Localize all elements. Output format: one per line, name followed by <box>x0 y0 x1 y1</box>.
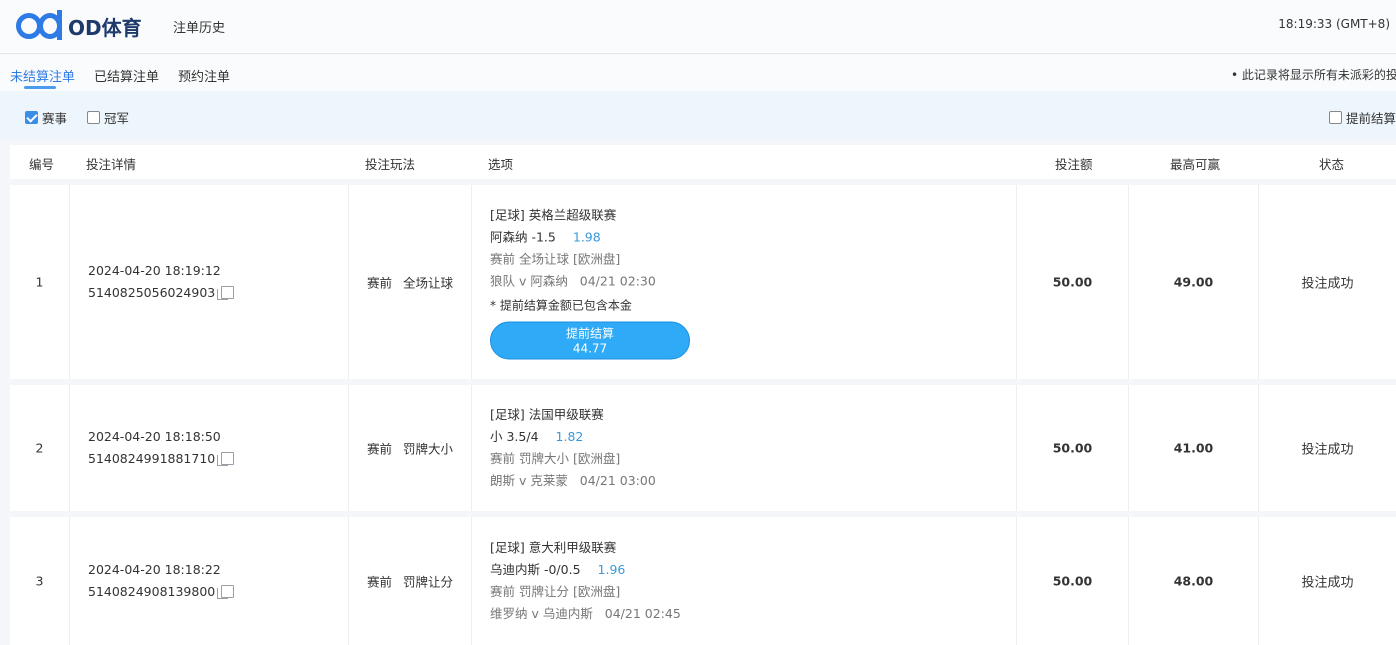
pick: 乌迪内斯 -0/0.5 <box>490 562 581 577</box>
col-option: 选项 <box>488 157 514 172</box>
filter-champion-checkbox[interactable]: 冠军 <box>87 108 129 127</box>
col-amount: 投注额 <box>1055 157 1093 172</box>
bet-status: 投注成功 <box>1301 442 1354 458</box>
bet-id: 5140824991881710 <box>88 451 216 466</box>
early-settle-label: 提前结算 <box>565 326 614 341</box>
market: 赛前 罚牌让分 [欧洲盘] <box>490 584 621 599</box>
copy-icon[interactable] <box>217 452 235 466</box>
play-name: 罚牌大小 <box>403 441 454 457</box>
table-row: 2 2024-04-20 18:18:50 5140824991881710 赛… <box>10 385 1396 511</box>
play-name: 罚牌让分 <box>403 574 454 590</box>
odds: 1.98 <box>572 229 601 245</box>
bet-amount: 50.00 <box>1052 440 1093 456</box>
bet-datetime: 2024-04-20 18:18:22 <box>88 562 221 577</box>
col-maxwin: 最高可赢 <box>1170 157 1221 172</box>
league-name: [足球] 意大利甲级联赛 <box>490 540 617 555</box>
bet-amount: 50.00 <box>1052 274 1093 290</box>
checkbox-unchecked-icon <box>87 111 100 124</box>
pick: 阿森纳 -1.5 <box>490 229 556 245</box>
col-detail: 投注详情 <box>86 157 137 172</box>
col-play: 投注玩法 <box>365 157 416 172</box>
bet-status: 投注成功 <box>1301 276 1354 292</box>
tab-unsettled[interactable]: 未结算注单 <box>10 66 75 85</box>
copy-icon[interactable] <box>217 585 235 599</box>
league-name: [足球] 法国甲级联赛 <box>490 407 604 422</box>
early-settle-button[interactable]: 提前结算 44.77 <box>490 321 690 360</box>
row-num: 3 <box>35 573 44 589</box>
filter-event-label: 赛事 <box>42 111 68 126</box>
bet-id: 5140825056024903 <box>88 285 216 300</box>
match-time: 04/21 03:00 <box>579 473 656 488</box>
row-num: 1 <box>35 274 44 290</box>
filter-early-settle-label: 提前结算 <box>1345 111 1396 126</box>
play-name: 全场让球 <box>403 275 454 291</box>
match: 维罗纳 v 乌迪内斯 <box>490 606 593 621</box>
nav-bet-history[interactable]: 注单历史 <box>173 17 225 36</box>
filter-early-settle-checkbox[interactable]: 提前结算 <box>1329 108 1396 127</box>
clock: 18:19:33 (GMT+8) <box>1278 17 1390 31</box>
pick: 小 3.5/4 <box>490 429 539 444</box>
match: 狼队 v 阿森纳 <box>490 273 568 289</box>
top-header: OD体育 注单历史 18:19:33 (GMT+8) <box>0 0 1396 54</box>
tab-active-indicator <box>24 86 56 89</box>
table-header: 编号 投注详情 投注玩法 选项 投注额 最高可赢 状态 <box>10 145 1396 179</box>
bet-amount: 50.00 <box>1052 573 1093 589</box>
col-num: 编号 <box>29 157 55 172</box>
market: 赛前 全场让球 [欧洲盘] <box>490 251 621 267</box>
play-type: 赛前 <box>367 275 393 291</box>
early-settle-value: 44.77 <box>572 341 608 356</box>
bet-datetime: 2024-04-20 18:19:12 <box>88 263 221 278</box>
max-win: 49.00 <box>1173 274 1214 290</box>
tab-reserved[interactable]: 预约注单 <box>178 66 230 85</box>
league-name: [足球] 英格兰超级联赛 <box>490 207 617 223</box>
logo-icon <box>16 10 62 40</box>
bet-id: 5140824908139800 <box>88 584 216 599</box>
brand-logo[interactable]: OD体育 <box>16 10 142 41</box>
checkbox-checked-icon <box>25 111 38 124</box>
match: 朗斯 v 克莱蒙 <box>490 473 568 488</box>
table-row: 1 2024-04-20 18:19:12 5140825056024903 赛… <box>10 185 1396 379</box>
filter-bar: 赛事 冠军 提前结算 <box>0 91 1396 139</box>
play-type: 赛前 <box>367 441 393 457</box>
play-type: 赛前 <box>367 574 393 590</box>
row-num: 2 <box>35 440 44 456</box>
filter-champion-label: 冠军 <box>104 111 130 126</box>
notice-text: • 此记录将显示所有未派彩的投 <box>1231 68 1396 82</box>
max-win: 48.00 <box>1173 573 1214 589</box>
bet-datetime: 2024-04-20 18:18:50 <box>88 429 221 444</box>
odds: 1.82 <box>555 429 584 444</box>
logo-text: OD体育 <box>68 15 142 40</box>
tab-settled[interactable]: 已结算注单 <box>94 66 159 85</box>
filter-event-checkbox[interactable]: 赛事 <box>25 108 67 127</box>
odds: 1.96 <box>597 562 626 577</box>
market: 赛前 罚牌大小 [欧洲盘] <box>490 451 621 466</box>
tab-bar: 未结算注单 已结算注单 预约注单 • 此记录将显示所有未派彩的投 <box>0 55 1396 91</box>
bet-status: 投注成功 <box>1301 575 1354 591</box>
match-time: 04/21 02:30 <box>579 273 656 289</box>
copy-icon[interactable] <box>217 286 235 300</box>
early-settle-note: * 提前结算金额已包含本金 <box>490 298 632 313</box>
max-win: 41.00 <box>1173 440 1214 456</box>
table-row: 3 2024-04-20 18:18:22 5140824908139800 赛… <box>10 517 1396 645</box>
checkbox-unchecked-icon <box>1329 111 1342 124</box>
col-status: 状态 <box>1319 157 1345 172</box>
match-time: 04/21 02:45 <box>604 606 681 621</box>
